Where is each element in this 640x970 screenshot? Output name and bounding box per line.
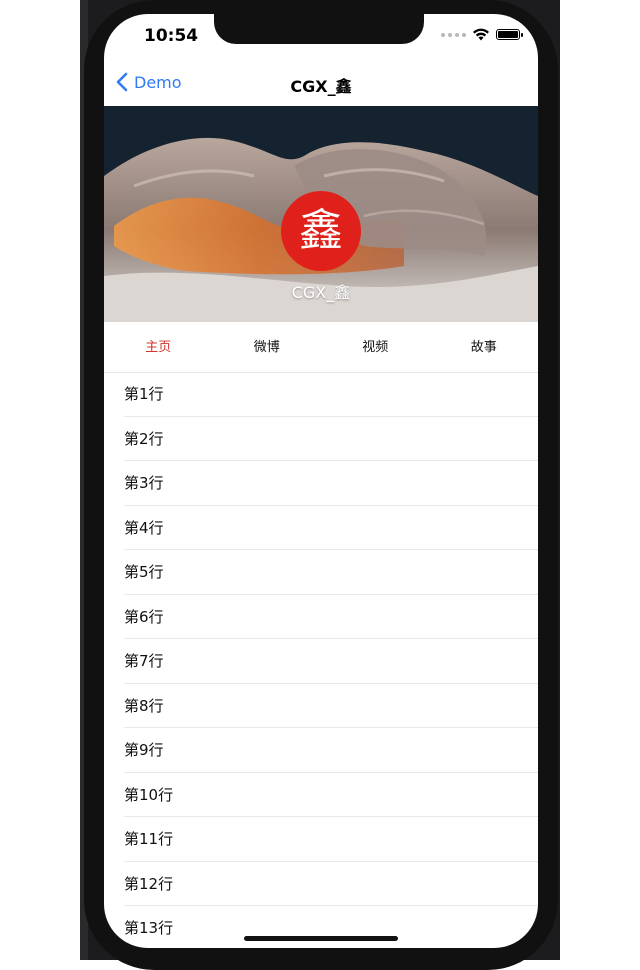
navigation-bar: Demo CGX_鑫 [104,64,538,104]
list-item[interactable]: 第11行 [104,817,538,862]
list-item[interactable]: 第2行 [104,417,538,462]
table-list: 第1行 第2行 第3行 第4行 第5行 第6行 第7行 第8行 第9行 第10行… [104,372,538,948]
list-item[interactable]: 第4行 [104,506,538,551]
tab-video[interactable]: 视频 [321,324,430,372]
list-item[interactable]: 第5行 [104,550,538,595]
status-time: 10:54 [144,26,199,46]
list-item[interactable]: 第9行 [104,728,538,773]
list-item[interactable]: 第3行 [104,461,538,506]
status-icons [441,28,523,41]
list-item[interactable]: 第7行 [104,639,538,684]
tab-home[interactable]: 主页 [104,324,213,372]
list-item[interactable]: 第6行 [104,595,538,640]
device-notch [214,14,424,44]
list-item[interactable]: 第1行 [104,372,538,417]
tab-story[interactable]: 故事 [430,324,539,372]
segment-tabs: 主页 微博 视频 故事 [104,324,538,373]
avatar[interactable]: 鑫 [281,191,361,271]
nav-title: CGX_鑫 [290,77,352,96]
wifi-icon [473,28,489,41]
signal-icon [441,32,466,37]
profile-name: CGX_鑫 [291,283,351,302]
list-item[interactable]: 第10行 [104,773,538,818]
battery-icon [496,29,523,40]
home-indicator[interactable] [244,936,398,941]
tab-weibo[interactable]: 微博 [213,324,322,372]
list-item[interactable]: 第12行 [104,862,538,907]
list-item[interactable]: 第13行 [104,906,538,948]
phone-screen: 10:54 Demo CGX_鑫 鑫 CGX_鑫 主页 微博 视频 故事 第1行… [104,14,538,948]
list-item[interactable]: 第8行 [104,684,538,729]
profile-header: 鑫 CGX_鑫 [104,106,538,322]
